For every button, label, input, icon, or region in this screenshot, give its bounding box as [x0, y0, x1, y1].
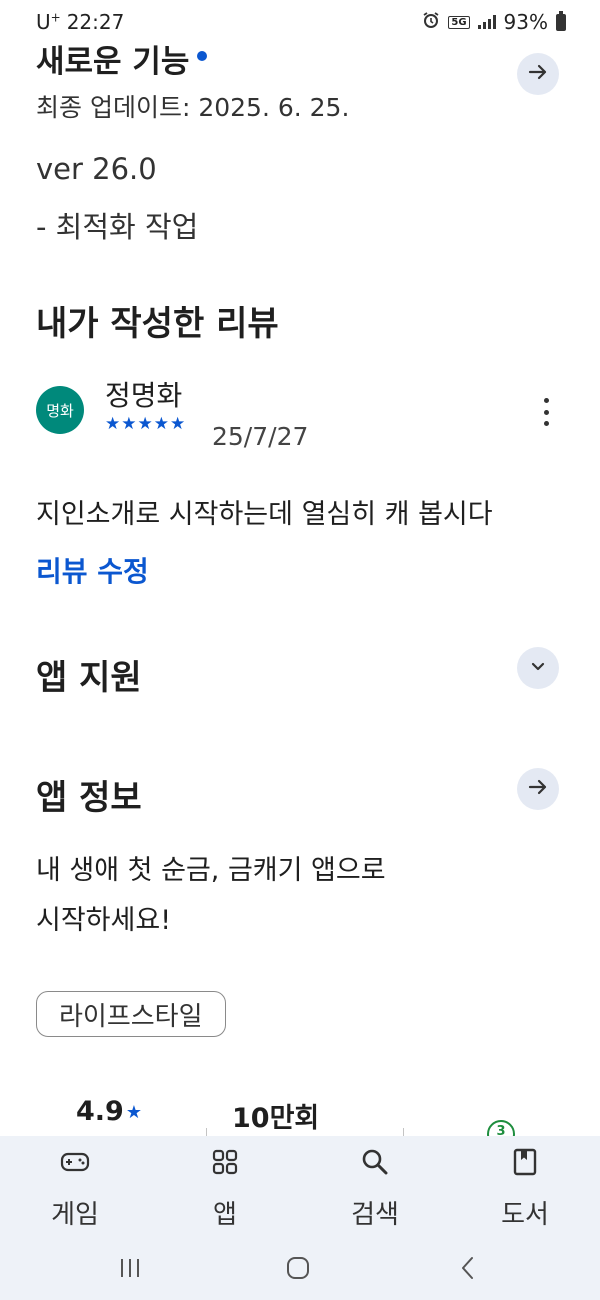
- app-info-title: 앱 정보: [36, 778, 142, 818]
- bottom-navigation: 게임 앱 검색 도서: [0, 1136, 600, 1300]
- review-star-rating: ★★★★★: [105, 414, 187, 434]
- version-text: ver 26.0: [36, 152, 157, 186]
- new-indicator-dot: [197, 50, 208, 61]
- more-options-icon[interactable]: [536, 396, 556, 428]
- nav-label-games: 게임: [51, 1200, 99, 1230]
- rating-value: 4.9 ★: [76, 1096, 142, 1127]
- downloads-value: 10만회: [232, 1103, 320, 1134]
- app-info-arrow-button[interactable]: [517, 768, 559, 810]
- age-rating-badge: 3: [487, 1120, 515, 1136]
- category-chip[interactable]: 라이프스타일: [36, 991, 226, 1037]
- nav-item-books[interactable]: 도서: [465, 1144, 585, 1231]
- avatar: 명화: [36, 386, 84, 434]
- home-icon[interactable]: [278, 1248, 318, 1288]
- recent-apps-icon[interactable]: [110, 1248, 150, 1288]
- app-support-expand-button[interactable]: [517, 647, 559, 689]
- review-date: 25/7/27: [212, 422, 309, 451]
- app-support-title: 앱 지원: [36, 658, 142, 698]
- system-navigation-bar: [0, 1248, 600, 1288]
- signal-icon: [477, 15, 496, 29]
- carrier-label: U+: [36, 10, 61, 34]
- network-type-badge: 5G: [448, 15, 470, 29]
- whats-new-arrow-button[interactable]: [517, 53, 559, 95]
- stats-row: 4.9 ★ 10만회 3: [0, 1092, 600, 1136]
- back-icon[interactable]: [448, 1248, 488, 1288]
- nav-item-apps[interactable]: 앱: [165, 1144, 285, 1231]
- nav-item-games[interactable]: 게임: [15, 1144, 135, 1231]
- nav-label-books: 도서: [501, 1200, 549, 1230]
- stat-divider: [403, 1128, 404, 1136]
- alarm-icon: [422, 10, 440, 34]
- arrow-right-icon: [527, 61, 549, 87]
- gamepad-icon: [60, 1144, 90, 1180]
- whats-new-title: 새로운 기능: [36, 36, 208, 81]
- book-icon: [513, 1144, 537, 1180]
- edit-review-link[interactable]: 리뷰 수정: [36, 550, 149, 590]
- battery-level: 93%: [503, 10, 548, 34]
- search-icon: [361, 1144, 389, 1180]
- chevron-down-icon: [528, 656, 548, 680]
- update-note-text: - 최적화 작업: [36, 210, 199, 244]
- app-description-line1: 내 생애 첫 순금, 금캐기 앱으로: [36, 855, 386, 886]
- star-icon: ★: [125, 1102, 142, 1123]
- nav-label-apps: 앱: [213, 1200, 237, 1230]
- apps-grid-icon: [212, 1144, 238, 1180]
- status-time: 22:27: [66, 10, 125, 34]
- battery-icon: [556, 10, 566, 31]
- app-description-line2: 시작하세요!: [36, 905, 172, 936]
- last-updated-text: 최종 업데이트: 2025. 6. 25.: [36, 93, 350, 122]
- stat-divider: [206, 1128, 207, 1136]
- nav-item-search[interactable]: 검색: [315, 1144, 435, 1231]
- my-review-title: 내가 작성한 리뷰: [36, 304, 279, 344]
- nav-label-search: 검색: [351, 1200, 399, 1230]
- reviewer-name: 정명화: [105, 379, 183, 412]
- arrow-right-icon: [527, 776, 549, 802]
- review-text: 지인소개로 시작하는데 열심히 캐 봅시다: [36, 499, 493, 530]
